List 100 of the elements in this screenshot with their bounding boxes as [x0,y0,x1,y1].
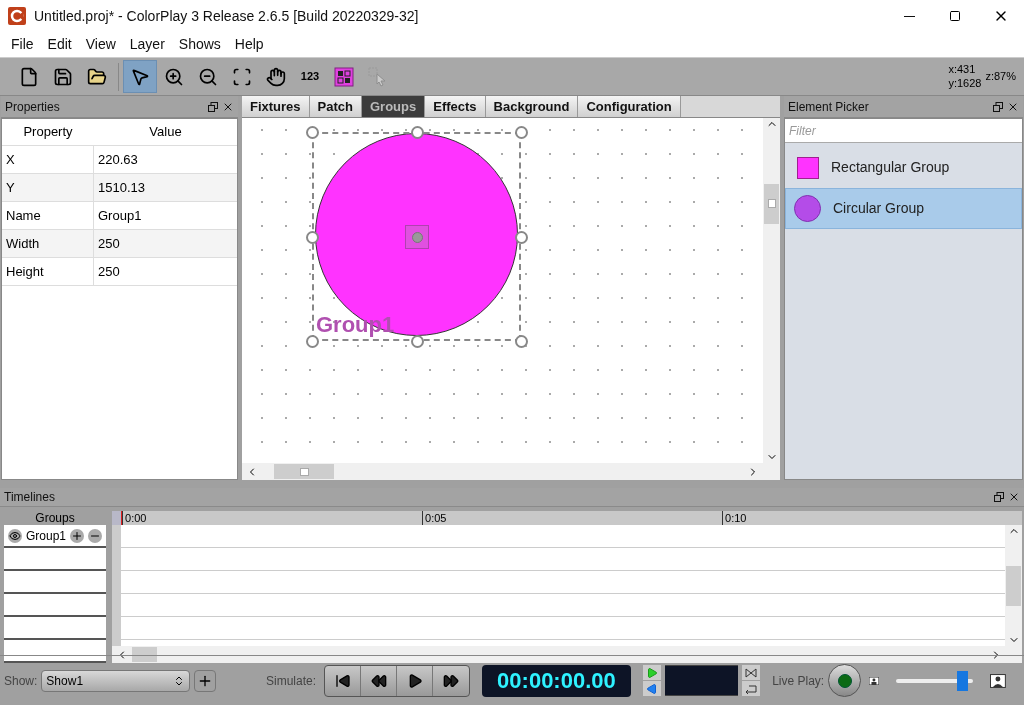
window-title: Untitled.proj* - ColorPlay 3 Release 2.6.5 [Build 20220329-32] [34,6,420,26]
app-logo-icon [8,7,26,25]
visibility-icon[interactable] [8,528,22,543]
menu-item[interactable]: View [78,34,123,55]
groups-header: Groups [34,511,76,525]
float-icon[interactable] [993,101,1003,112]
tab[interactable]: Patch [309,96,362,117]
grip-icon [767,199,776,209]
cursor-x-readout: x:431 [948,62,977,77]
show-select[interactable]: Show1 [41,669,191,692]
tab[interactable]: Effects [425,96,486,117]
menu-item[interactable]: Edit [40,34,79,55]
add-show-button[interactable] [194,669,216,692]
new-file-icon [19,66,39,87]
zoom-readout: z:87% [985,69,1016,84]
loop-button[interactable] [742,681,761,696]
live-play-label: Live Play: [772,672,825,690]
resize-handle[interactable] [515,335,528,348]
menu-item[interactable]: File [4,34,41,55]
cursor-y-readout: y:1628 [948,76,982,91]
grip-icon [299,467,309,476]
simulate-label: Simulate: [266,672,317,690]
zoom-in-icon [164,66,184,87]
column-header: Property [22,123,74,142]
skip-back-icon [334,672,351,689]
show-label: Show: [4,672,38,690]
scroll-thumb[interactable] [274,464,334,479]
folder-icon [87,66,107,87]
resize-handle[interactable] [306,335,319,348]
loop-icon [745,683,758,694]
picker-item-label: Circular Group [833,199,925,218]
table-cell[interactable]: 250 [94,233,237,254]
play-reverse-icon [645,682,658,695]
tab[interactable]: Groups [362,96,426,117]
table-cell: Height [2,258,94,285]
number-pointer-label: 123 [300,71,320,82]
resize-handle[interactable] [515,126,528,139]
toolbar-button[interactable]: 123 [293,60,327,93]
close-icon[interactable] [1008,491,1020,503]
save-icon [53,66,73,87]
toolbar-button[interactable] [123,60,157,93]
grid-icon [334,66,354,87]
table-cell[interactable]: 250 [94,261,237,282]
picker-item[interactable]: Circular Group [785,188,1022,229]
menu-item[interactable]: Layer [122,34,172,55]
vertical-scrollbar[interactable] [1005,525,1023,646]
maximize-icon [949,10,961,22]
time-tick: 0:05 [422,511,723,525]
rewind-icon [370,672,387,689]
bowtie-button[interactable] [742,665,761,680]
picker-item[interactable]: Rectangular Group [785,147,1022,188]
small-person-icon [868,676,879,685]
table-cell[interactable]: Group1 [94,205,237,226]
vertical-scrollbar[interactable] [763,118,780,463]
time-tick: 0:00 [122,511,423,525]
scroll-thumb[interactable] [764,183,779,224]
minimize-icon [903,15,915,17]
area-pointer-icon [368,66,388,87]
resize-handle[interactable] [306,230,319,244]
remove-icon[interactable] [88,528,103,543]
panel-title: Timelines [4,489,56,506]
add-icon[interactable] [70,528,85,543]
tab[interactable]: Configuration [578,96,681,117]
table-cell: Y [2,174,94,201]
float-icon[interactable] [994,492,1004,502]
tab[interactable]: Fixtures [242,96,310,117]
zoom-out-icon [198,66,218,87]
resize-handle[interactable] [515,230,528,244]
column-header: Value [148,123,183,142]
time-display: 00:00:00.00 [482,664,631,697]
bowtie-icon [745,667,758,678]
live-play-button[interactable] [828,664,861,697]
table-cell[interactable]: 1510.13 [94,177,237,198]
table-cell[interactable]: 220.63 [94,149,237,170]
slider-thumb[interactable] [956,670,968,691]
group-name[interactable]: Group1 [26,526,67,545]
scroll-thumb[interactable] [1006,565,1022,606]
large-person-icon [990,673,1007,688]
play-forward-icon [645,666,658,679]
table-cell: X [2,146,94,173]
center-handle[interactable] [405,225,429,249]
fast-forward-icon [443,672,460,689]
forward-direction-button[interactable] [642,665,661,680]
reverse-direction-button[interactable] [642,681,661,696]
fit-view-icon [232,66,252,87]
playhead-marker[interactable] [112,511,123,525]
menu-item[interactable]: Shows [171,34,228,55]
panel-title: Properties [5,98,61,116]
square-icon [797,156,819,179]
hand-icon [266,66,286,87]
tab[interactable]: Background [485,96,579,117]
panel-title: Element Picker [788,98,870,116]
resize-handle[interactable] [306,126,319,139]
resize-handle[interactable] [410,335,424,348]
menu-item[interactable]: Help [227,34,271,55]
horizontal-scrollbar[interactable] [242,463,780,480]
float-icon[interactable] [208,101,218,112]
picker-item-label: Rectangular Group [831,158,950,177]
filter-field[interactable]: Filter [785,119,1022,143]
horizontal-scrollbar[interactable] [112,646,1023,663]
